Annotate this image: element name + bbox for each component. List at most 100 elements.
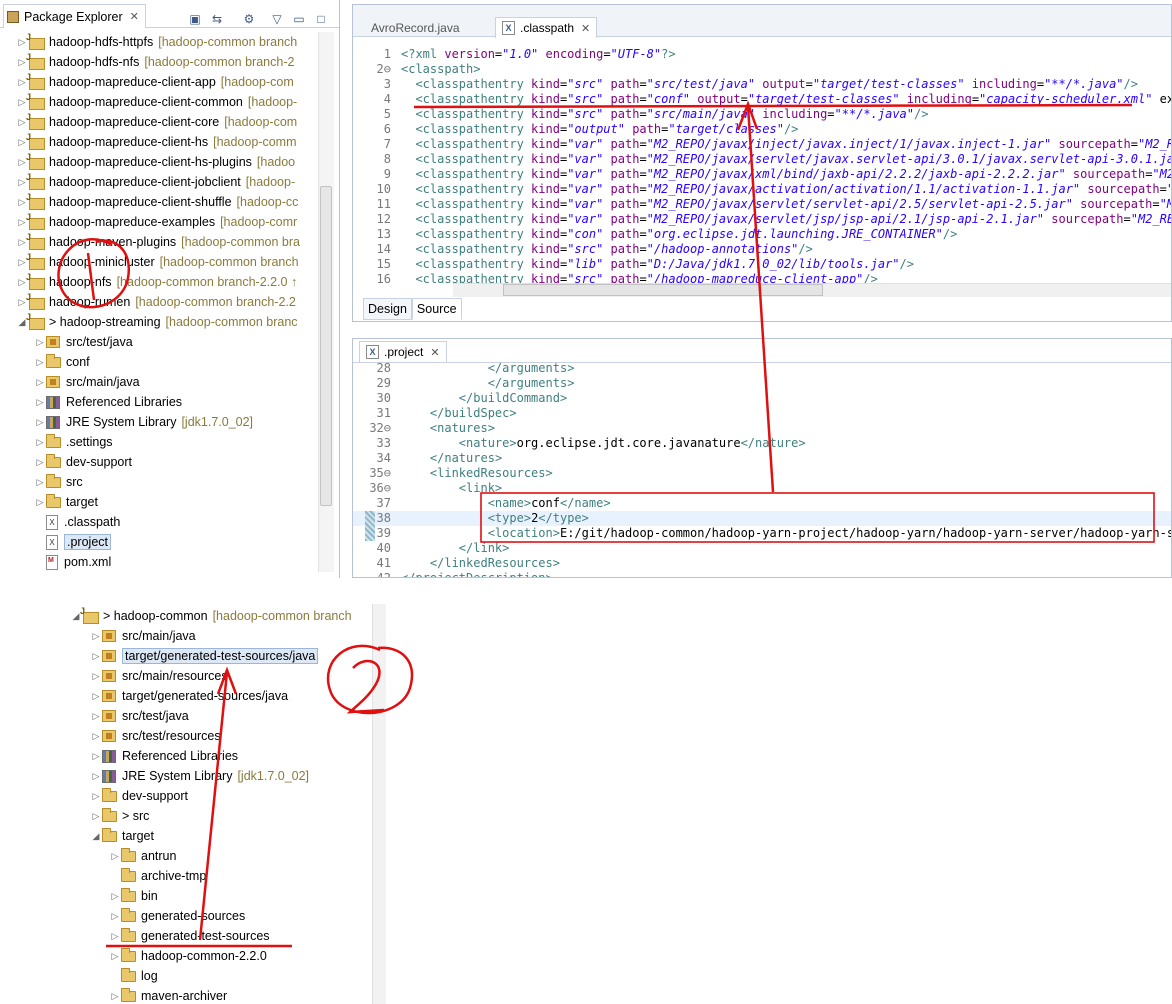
expand-arrow-icon[interactable]: ▷ — [34, 417, 46, 428]
expand-arrow-icon[interactable]: ▷ — [34, 397, 46, 408]
tree-item[interactable]: ▷hadoop-nfs[hadoop-common branch-2.2.0 ↑ — [16, 272, 297, 292]
tree-item[interactable]: ▷ JRE System Library [jdk1.7.0_02] — [34, 412, 254, 432]
code-line[interactable]: 32⊖ <natures> — [353, 421, 1171, 436]
tree-item[interactable]: ▷ > src — [90, 806, 149, 826]
expand-arrow-icon[interactable]: ▷ — [109, 891, 121, 902]
tree-item[interactable]: ▷ .settings — [34, 432, 113, 452]
expand-arrow-icon[interactable]: ▷ — [109, 911, 121, 922]
expand-arrow-icon[interactable]: ▷ — [109, 951, 121, 962]
tree-item[interactable]: ▷hadoop-maven-plugins[hadoop-common bra — [16, 232, 300, 252]
tab-design[interactable]: Design — [363, 298, 412, 320]
code-line[interactable]: 30 </buildCommand> — [353, 391, 1171, 406]
tree-item[interactable]: ▷hadoop-mapreduce-client-shuffle[hadoop-… — [16, 192, 298, 212]
close-icon[interactable]: ✕ — [430, 346, 439, 359]
tree-item[interactable]: ▷hadoop-minicluster[hadoop-common branch — [16, 252, 299, 272]
minimize-icon[interactable]: ▭ — [290, 11, 308, 27]
tree-item[interactable]: ▷ src/main/resources — [90, 666, 228, 686]
tree-item[interactable]: ▷ generated-test-sources — [109, 926, 270, 946]
code-line[interactable]: 2⊖ <classpath> — [353, 62, 1171, 77]
code-line[interactable]: 10 <classpathentry kind="var" path="M2_R… — [353, 182, 1171, 197]
code-line[interactable]: 14 <classpathentry kind="src" path="/had… — [353, 242, 1171, 257]
close-icon[interactable]: ✕ — [581, 22, 590, 35]
code-line[interactable]: 5 <classpathentry kind="src" path="src/m… — [353, 107, 1171, 122]
expand-arrow-icon[interactable]: ▷ — [34, 337, 46, 348]
tree-item[interactable]: ▷hadoop-mapreduce-client-common[hadoop- — [16, 92, 297, 112]
tree-item[interactable]: ◢ target — [90, 826, 154, 846]
code-line[interactable]: 40 </link> — [353, 541, 1171, 556]
code-line[interactable]: 3 <classpathentry kind="src" path="src/t… — [353, 77, 1171, 92]
tree-item[interactable]: log — [109, 966, 158, 986]
tree-item[interactable]: ▷ src/main/java — [90, 626, 196, 646]
code-line[interactable]: 1 <?xml version="1.0" encoding="UTF-8"?> — [353, 47, 1171, 62]
tree-item[interactable]: archive-tmp — [109, 866, 206, 886]
code-line[interactable]: 39 <location>E:/git/hadoop-common/hadoop… — [353, 526, 1171, 541]
tree-item[interactable]: ▷hadoop-hdfs-nfs[hadoop-common branch-2 — [16, 52, 294, 72]
tree-item[interactable]: ▷ src/main/java — [34, 372, 140, 392]
tree-item[interactable]: ▷ hadoop-common-2.2.0 — [109, 946, 267, 966]
tree-item[interactable]: ▷ target/generated-test-sources/java — [90, 646, 319, 666]
tree-item[interactable]: ▷ Referenced Libraries — [34, 392, 183, 412]
tab-classpath[interactable]: X .classpath ✕ — [495, 17, 598, 38]
expand-arrow-icon[interactable]: ▷ — [34, 497, 46, 508]
code-line[interactable]: 36⊖ <link> — [353, 481, 1171, 496]
expand-arrow-icon[interactable]: ▷ — [90, 771, 102, 782]
code-line[interactable]: 31 </buildSpec> — [353, 406, 1171, 421]
collapse-all-icon[interactable]: ▣ — [186, 11, 204, 27]
tree-item[interactable]: ▷ target — [34, 492, 98, 512]
collapse-arrow-icon[interactable]: ◢ — [90, 831, 102, 842]
code-line[interactable]: 41 </linkedResources> — [353, 556, 1171, 571]
code-line[interactable]: 28 </arguments> — [353, 361, 1171, 376]
expand-arrow-icon[interactable]: ▷ — [90, 791, 102, 802]
tree-item[interactable]: ▷hadoop-mapreduce-client-app[hadoop-com — [16, 72, 294, 92]
tree-item[interactable]: ▷hadoop-mapreduce-client-hs[hadoop-comm — [16, 132, 297, 152]
tree-item[interactable]: X .project — [34, 532, 111, 552]
code-line[interactable]: 8 <classpathentry kind="var" path="M2_RE… — [353, 152, 1171, 167]
tree-item[interactable]: pom.xml — [34, 552, 111, 572]
expand-arrow-icon[interactable]: ▷ — [90, 651, 102, 662]
view-menu-icon[interactable]: ▽ — [268, 11, 286, 27]
tree-item[interactable]: ▷hadoop-mapreduce-client-core[hadoop-com — [16, 112, 297, 132]
tree-item[interactable]: ◢> hadoop-common[hadoop-common branch — [70, 606, 352, 626]
expand-arrow-icon[interactable]: ▷ — [34, 477, 46, 488]
package-explorer-tab[interactable]: Package Explorer ✕ — [3, 4, 146, 28]
tree-item[interactable]: ▷ dev-support — [34, 452, 132, 472]
tree-item[interactable]: ▷ src — [34, 472, 83, 492]
tree-item[interactable]: X .classpath — [34, 512, 120, 532]
expand-arrow-icon[interactable]: ▷ — [34, 437, 46, 448]
explorer-scrollbar-thumb[interactable] — [320, 186, 332, 506]
filter-icon[interactable]: ⚙ — [240, 11, 258, 27]
code-line[interactable]: 37 <name>conf</name> — [353, 496, 1171, 511]
expand-arrow-icon[interactable]: ▷ — [90, 631, 102, 642]
code-line[interactable]: 12 <classpathentry kind="var" path="M2_R… — [353, 212, 1171, 227]
horizontal-scrollbar-thumb[interactable] — [503, 284, 823, 296]
tree-item[interactable]: ▷ bin — [109, 886, 158, 906]
expand-arrow-icon[interactable]: ▷ — [90, 751, 102, 762]
tree-item[interactable]: ▷hadoop-rumen[hadoop-common branch-2.2 — [16, 292, 296, 312]
close-icon[interactable]: ✕ — [130, 10, 139, 23]
code-line[interactable]: 7 <classpathentry kind="var" path="M2_RE… — [353, 137, 1171, 152]
tree-item[interactable]: ▷ Referenced Libraries — [90, 746, 239, 766]
tree-item[interactable]: ▷hadoop-mapreduce-examples[hadoop-comr — [16, 212, 297, 232]
tree-item[interactable]: ▷ dev-support — [90, 786, 188, 806]
tree-item[interactable]: ▷hadoop-mapreduce-client-jobclient[hadoo… — [16, 172, 295, 192]
expand-arrow-icon[interactable]: ▷ — [34, 457, 46, 468]
tree-item[interactable]: ▷ JRE System Library [jdk1.7.0_02] — [90, 766, 310, 786]
tree-item[interactable]: ▷ antrun — [109, 846, 176, 866]
expand-arrow-icon[interactable]: ▷ — [34, 357, 46, 368]
code-line[interactable]: 34 </natures> — [353, 451, 1171, 466]
tree-scrollbar[interactable] — [372, 604, 386, 1004]
code-line[interactable]: 6 <classpathentry kind="output" path="ta… — [353, 122, 1171, 137]
maximize-icon[interactable]: □ — [312, 11, 330, 27]
code-line[interactable]: 35⊖ <linkedResources> — [353, 466, 1171, 481]
tab-source[interactable]: Source — [411, 298, 462, 320]
code-line[interactable]: 15 <classpathentry kind="lib" path="D:/J… — [353, 257, 1171, 272]
tree-item[interactable]: ▷ target/generated-sources/java — [90, 686, 289, 706]
expand-arrow-icon[interactable]: ▷ — [109, 991, 121, 1002]
code-line[interactable]: 38 <type>2</type> — [353, 511, 1171, 526]
code-line[interactable]: 4 <classpathentry kind="src" path="conf"… — [353, 92, 1171, 107]
code-line[interactable]: 13 <classpathentry kind="con" path="org.… — [353, 227, 1171, 242]
code-line[interactable]: 42 </projectDescription> — [353, 571, 1171, 577]
code-line[interactable]: 29 </arguments> — [353, 376, 1171, 391]
expand-arrow-icon[interactable]: ▷ — [90, 731, 102, 742]
tree-item[interactable]: ▷ src/test/resources — [90, 726, 221, 746]
